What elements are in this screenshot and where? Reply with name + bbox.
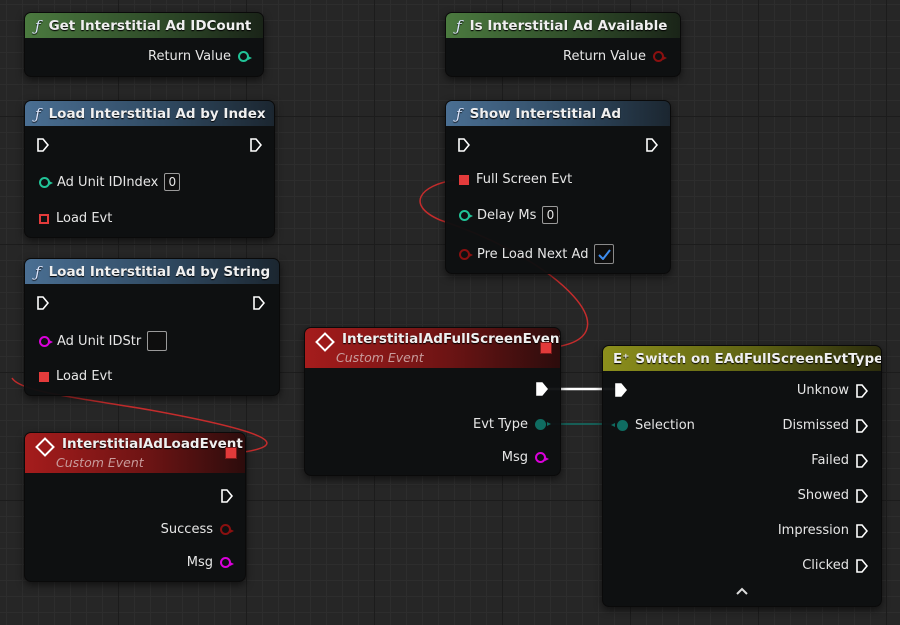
return-value-label: Return Value (148, 49, 231, 64)
exec-input-pin[interactable] (37, 296, 49, 310)
node-title: InterstitialAdLoadEvent (62, 436, 243, 452)
get-ad-count-node[interactable]: ƒ Get Interstitial Ad IDCount Return Valu… (24, 12, 264, 77)
return-value-label: Return Value (563, 49, 646, 64)
enum-input-pin[interactable] (611, 420, 628, 431)
success-label: Success (160, 522, 213, 537)
switch-output-impression[interactable]: Impression (778, 523, 868, 538)
exec-output-pin[interactable] (856, 383, 868, 398)
evt-type-label: Evt Type (473, 417, 528, 432)
delegate-input-pin[interactable] (39, 371, 49, 382)
event-icon (315, 332, 335, 352)
node-title: Switch on EAdFullScreenEvtType (635, 350, 882, 367)
delegate-input-pin[interactable] (459, 174, 469, 185)
exec-output-pin[interactable] (856, 558, 868, 573)
function-icon: ƒ (35, 16, 41, 35)
function-icon: ƒ (35, 104, 41, 123)
delegate-input-pin[interactable] (39, 213, 49, 224)
switch-node[interactable]: E⁺ Switch on EAdFullScreenEvtType Selecti… (602, 345, 882, 607)
exec-input-pin[interactable] (458, 138, 470, 152)
selection-label: Selection (635, 418, 695, 433)
switch-output-failed[interactable]: Failed (811, 453, 868, 468)
exec-output-pin[interactable] (856, 453, 868, 468)
preload-label: Pre Load Next Ad (477, 246, 589, 262)
show-ad-node[interactable]: ƒ Show Interstitial Ad Full Screen Evt De… (445, 100, 671, 274)
exec-output-pin[interactable] (856, 418, 868, 433)
function-icon: ƒ (456, 16, 462, 35)
exec-output-pin[interactable] (253, 296, 265, 310)
ad-unit-index-input[interactable]: 0 (164, 173, 181, 191)
node-subtitle: Custom Event (336, 350, 424, 365)
node-title: Load Interstitial Ad by String (48, 263, 271, 280)
ad-unit-index-label: Ad Unit IDIndex (57, 174, 159, 190)
int-input-pin[interactable] (39, 176, 53, 188)
exec-output-pin[interactable] (856, 523, 868, 538)
node-title: Is Interstitial Ad Available (469, 17, 668, 34)
load-ad-by-string-node[interactable]: ƒ Load Interstitial Ad by String Ad Unit … (24, 258, 280, 396)
bool-input-pin[interactable] (459, 248, 473, 260)
node-title: Load Interstitial Ad by Index (48, 105, 266, 122)
exec-output-pin[interactable] (536, 382, 548, 396)
is-ad-available-node[interactable]: ƒ Is Interstitial Ad Available Return Val… (445, 12, 681, 77)
msg-label: Msg (186, 555, 213, 570)
delay-ms-input[interactable]: 0 (542, 206, 559, 224)
load-evt-label: Load Evt (56, 369, 113, 384)
function-icon: ƒ (456, 104, 462, 123)
switch-output-showed[interactable]: Showed (798, 488, 868, 503)
preload-checkbox[interactable] (594, 244, 615, 264)
string-input-pin[interactable] (39, 335, 53, 347)
delegate-output-pin[interactable] (540, 342, 552, 354)
fullscreen-event-node[interactable]: InterstitialAdFullScreenEvent Custom Eve… (304, 327, 561, 476)
switch-icon: E⁺ (613, 350, 630, 367)
string-output-pin[interactable] (535, 452, 549, 463)
exec-input-pin[interactable] (615, 383, 627, 397)
node-title: InterstitialAdFullScreenEvent (342, 331, 561, 347)
load-evt-label: Load Evt (56, 211, 113, 226)
node-title: Get Interstitial Ad IDCount (48, 17, 252, 34)
event-icon (35, 437, 55, 457)
delegate-output-pin[interactable] (225, 447, 237, 459)
chevron-up-icon[interactable] (736, 587, 748, 595)
msg-label: Msg (501, 450, 528, 465)
load-ad-by-index-node[interactable]: ƒ Load Interstitial Ad by Index Ad Unit I… (24, 100, 275, 238)
node-subtitle: Custom Event (56, 455, 144, 470)
full-screen-evt-label: Full Screen Evt (476, 172, 573, 187)
bool-output-pin[interactable] (653, 51, 667, 62)
enum-output-pin[interactable] (535, 419, 551, 430)
int-output-pin[interactable] (238, 51, 252, 62)
bool-output-pin[interactable] (220, 524, 234, 535)
switch-output-clicked[interactable]: Clicked (802, 558, 868, 573)
exec-output-pin[interactable] (250, 138, 262, 152)
exec-output-pin[interactable] (221, 489, 233, 503)
ad-unit-str-input[interactable] (147, 331, 168, 351)
string-output-pin[interactable] (220, 557, 234, 568)
load-event-node[interactable]: InterstitialAdLoadEvent Custom Event Suc… (24, 432, 246, 582)
int-input-pin[interactable] (459, 209, 473, 221)
exec-output-pin[interactable] (856, 488, 868, 503)
ad-unit-str-label: Ad Unit IDStr (57, 333, 142, 349)
switch-output-dismissed[interactable]: Dismissed (783, 418, 868, 433)
checkmark-icon (598, 248, 611, 260)
switch-output-unknow[interactable]: Unknow (797, 383, 868, 398)
delay-ms-label: Delay Ms (477, 207, 537, 223)
exec-input-pin[interactable] (37, 138, 49, 152)
node-title: Show Interstitial Ad (469, 105, 621, 122)
function-icon: ƒ (35, 262, 41, 281)
exec-output-pin[interactable] (646, 138, 658, 152)
